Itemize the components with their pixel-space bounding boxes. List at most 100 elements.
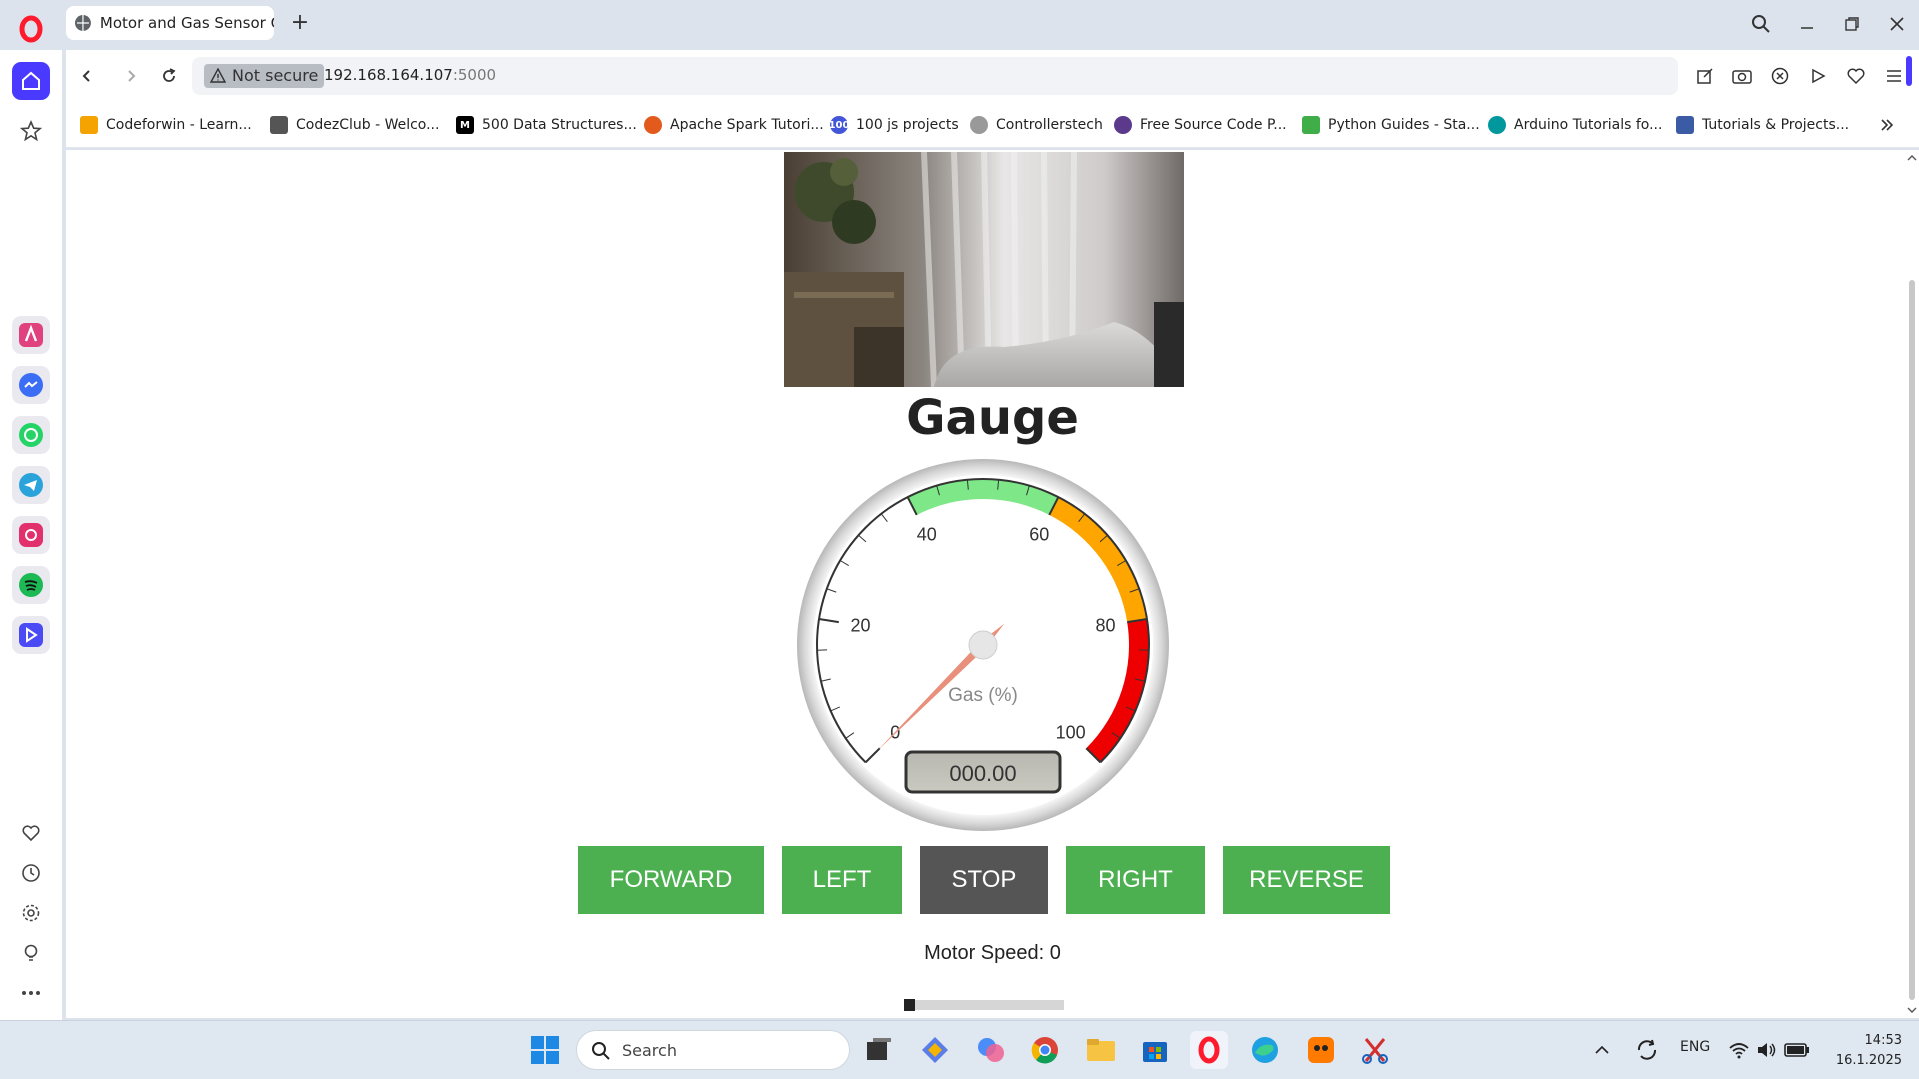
sourcecode-icon: [1114, 116, 1132, 134]
search-label: Search: [622, 1041, 677, 1060]
reload-icon[interactable]: [156, 63, 182, 89]
home-icon[interactable]: [12, 62, 50, 100]
lightbulb-icon[interactable]: [12, 934, 50, 972]
camera-feed-image: [784, 152, 1184, 387]
taskbar-search[interactable]: Search: [576, 1030, 850, 1070]
codeforwin-icon: [80, 116, 98, 134]
url-text[interactable]: 192.168.164.107:5000: [324, 66, 496, 84]
js100-icon: 100: [829, 116, 849, 134]
messenger-icon[interactable]: [12, 366, 50, 404]
spark-icon: [644, 116, 662, 134]
bookmark-item[interactable]: Codeforwin - Learn...: [80, 114, 252, 136]
left-button[interactable]: LEFT: [782, 846, 902, 914]
close-window-icon[interactable]: [1880, 8, 1914, 40]
aria-icon[interactable]: [12, 316, 50, 354]
player-icon[interactable]: [12, 616, 50, 654]
widgets-icon[interactable]: [916, 1031, 954, 1069]
easy-setup-icon[interactable]: [1882, 64, 1906, 88]
bookmark-item[interactable]: Python Guides - Sta...: [1302, 114, 1480, 136]
forward-button[interactable]: FORWARD: [578, 846, 764, 914]
not-secure-badge[interactable]: Not secure: [204, 64, 325, 88]
scroll-down-icon[interactable]: [1907, 1006, 1917, 1014]
history-icon[interactable]: [12, 854, 50, 892]
clock-date: 16.1.2025: [1835, 1053, 1902, 1068]
settings-gear-icon[interactable]: [12, 894, 50, 932]
telegram-icon[interactable]: [12, 466, 50, 504]
language-indicator[interactable]: ENG: [1680, 1039, 1710, 1055]
edit-snapshot-icon[interactable]: [1693, 64, 1717, 88]
tab-active[interactable]: Motor and Gas Sensor Control: [66, 6, 274, 40]
url-bar[interactable]: Not secure 192.168.164.107:5000: [192, 57, 1678, 95]
chrome-icon[interactable]: [1026, 1031, 1064, 1069]
opera-logo-icon[interactable]: [14, 12, 48, 46]
spotify-icon[interactable]: [12, 566, 50, 604]
bookmark-item[interactable]: Apache Spark Tutori...: [644, 114, 824, 136]
url-host: 192.168.164.107: [324, 66, 453, 84]
battery-icon[interactable]: [1782, 1031, 1812, 1069]
reverse-button[interactable]: REVERSE: [1223, 846, 1390, 914]
bookmark-item[interactable]: M 500 Data Structures...: [456, 114, 637, 136]
camera-icon[interactable]: [1730, 64, 1754, 88]
opera-sidebar: [0, 50, 62, 1020]
bookmark-item[interactable]: CodezClub - Welco...: [270, 114, 439, 136]
bookmark-item[interactable]: Tutorials & Projects...: [1676, 114, 1849, 136]
system-clock[interactable]: 14:53 16.1.2025: [1832, 1031, 1902, 1071]
tab-title: Motor and Gas Sensor Control: [99, 14, 274, 32]
play-icon[interactable]: [1806, 64, 1830, 88]
instagram-icon[interactable]: [12, 516, 50, 554]
copilot-icon[interactable]: [972, 1031, 1010, 1069]
bookmark-item[interactable]: 100 100 js projects: [829, 114, 959, 136]
gauge-title: Gauge: [906, 390, 1079, 446]
bookmarks-bar: Codeforwin - Learn... CodezClub - Welco.…: [66, 102, 1919, 148]
motor-speed-slider[interactable]: [904, 999, 1064, 1011]
new-tab-button[interactable]: +: [288, 10, 312, 36]
star-icon[interactable]: [12, 112, 50, 150]
pythonguides-icon: [1302, 116, 1320, 134]
whatsapp-icon[interactable]: [12, 416, 50, 454]
bookmarks-overflow-icon[interactable]: [1880, 114, 1894, 136]
microsoft-store-icon[interactable]: [1136, 1031, 1174, 1069]
windows-start-icon[interactable]: [526, 1031, 564, 1069]
tutorials-icon: [1676, 116, 1694, 134]
heart-outline-icon[interactable]: [1844, 64, 1868, 88]
search-tabs-icon[interactable]: [1744, 8, 1778, 40]
search-icon: [592, 1042, 610, 1060]
adblock-icon[interactable]: [1768, 64, 1792, 88]
gauge-readout: 000.00: [949, 761, 1016, 786]
sidebar-toggle-indicator[interactable]: [1906, 56, 1912, 86]
wifi-icon[interactable]: [1726, 1031, 1752, 1069]
bookmark-item[interactable]: Arduino Tutorials fo...: [1488, 114, 1662, 136]
app-tiger-icon[interactable]: [1302, 1031, 1340, 1069]
gauge-tick-label: 40: [917, 525, 937, 545]
clock-time: 14:53: [1864, 1033, 1902, 1048]
task-view-icon[interactable]: [860, 1031, 898, 1069]
gauge-unit-label: Gas (%): [948, 685, 1018, 706]
volume-icon[interactable]: [1754, 1031, 1780, 1069]
minimize-icon[interactable]: [1790, 8, 1824, 40]
edge-icon[interactable]: [1246, 1031, 1284, 1069]
sync-icon[interactable]: [1630, 1031, 1664, 1069]
warning-icon: [210, 68, 226, 83]
not-secure-label: Not secure: [232, 66, 319, 85]
back-icon[interactable]: [74, 63, 100, 89]
title-bar: Motor and Gas Sensor Control +: [0, 0, 1919, 50]
tray-overflow-icon[interactable]: [1588, 1031, 1616, 1069]
bookmark-item[interactable]: Free Source Code P...: [1114, 114, 1287, 136]
opera-taskbar-icon[interactable]: [1190, 1031, 1228, 1069]
scroll-thumb[interactable]: [1909, 280, 1915, 1000]
slider-thumb[interactable]: [904, 999, 915, 1011]
heart-icon[interactable]: [12, 814, 50, 852]
motor-controls: FORWARD LEFT STOP RIGHT REVERSE: [66, 846, 1919, 914]
bookmark-item[interactable]: Controllerstech: [970, 114, 1103, 136]
more-options-icon[interactable]: [12, 974, 50, 1012]
address-bar-row: Not secure 192.168.164.107:5000: [66, 50, 1919, 102]
scroll-up-icon[interactable]: [1907, 154, 1917, 162]
forward-icon[interactable]: [118, 63, 144, 89]
stop-button[interactable]: STOP: [920, 846, 1048, 914]
page-scrollbar[interactable]: [1905, 150, 1919, 1018]
restore-icon[interactable]: [1835, 8, 1869, 40]
right-button[interactable]: RIGHT: [1066, 846, 1205, 914]
snipping-tool-icon[interactable]: [1356, 1031, 1394, 1069]
file-explorer-icon[interactable]: [1082, 1031, 1120, 1069]
gauge-tick-label: 100: [1056, 723, 1086, 743]
